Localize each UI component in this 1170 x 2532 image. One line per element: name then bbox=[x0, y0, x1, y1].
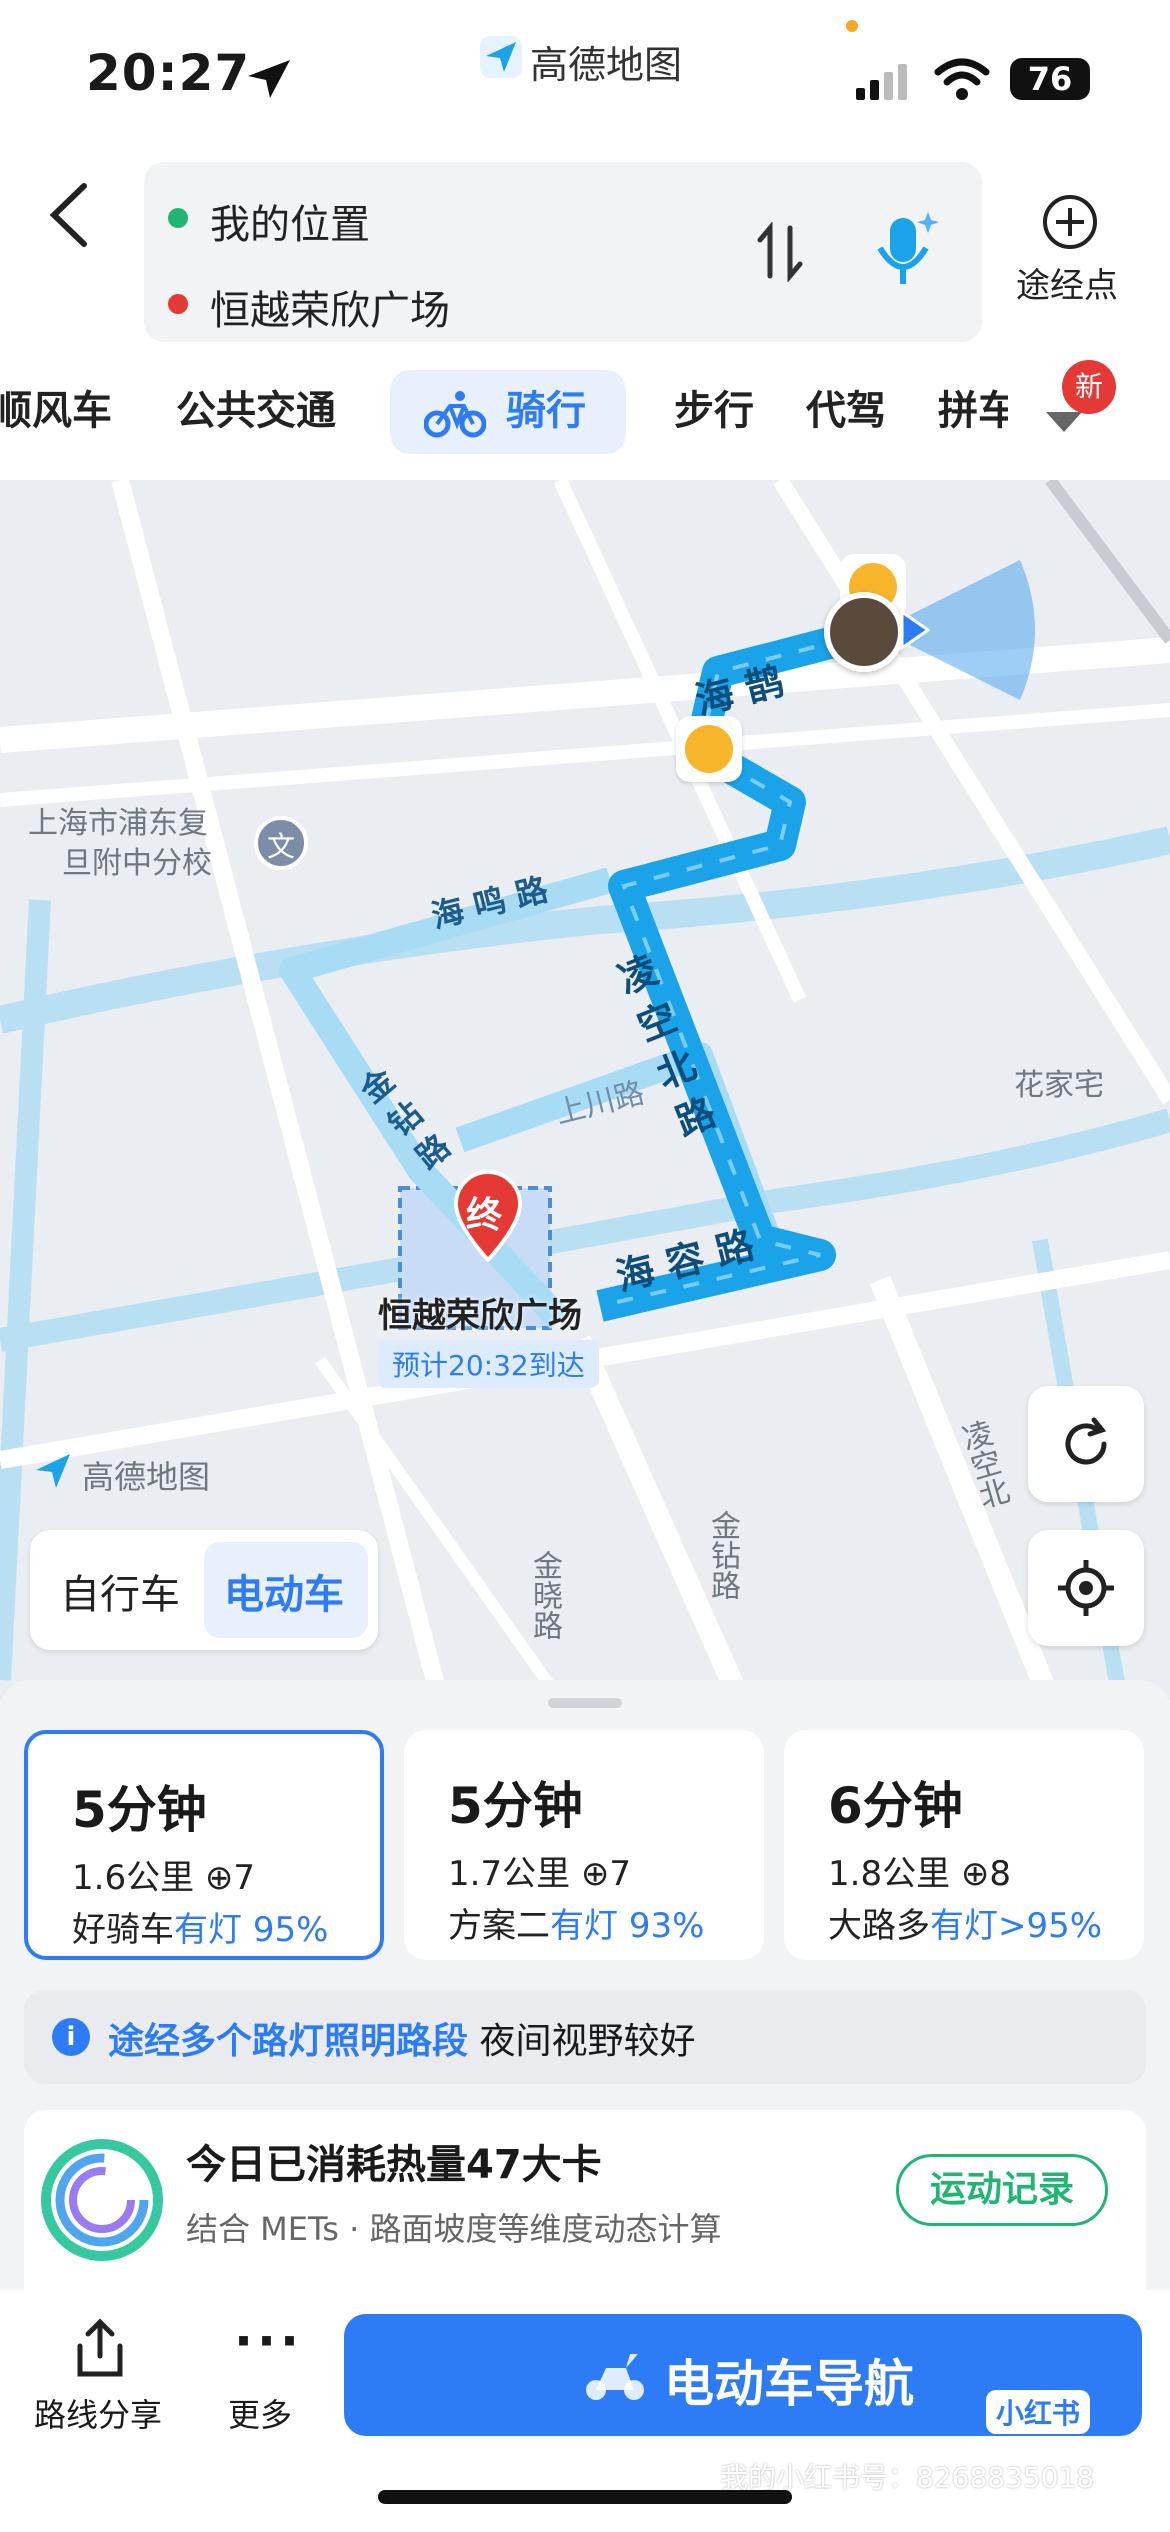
route-tag: 大路多有灯>95% bbox=[828, 1906, 1103, 1946]
tab-ride-hailing[interactable]: 顺风车 bbox=[0, 378, 112, 436]
share-route-label[interactable]: 路线分享 bbox=[34, 2390, 162, 2436]
calorie-ring-icon bbox=[41, 2139, 163, 2261]
route-distance: 1.8公里 ⊕8 bbox=[828, 1854, 1012, 1894]
rail-line bbox=[1045, 480, 1170, 644]
road-label-jinzuan-2: 金钻路 bbox=[705, 1510, 740, 1600]
calorie-card: 今日已消耗热量47大卡 结合 METs · 路面坡度等维度动态计算 运动记录 bbox=[24, 2110, 1146, 2310]
route-option-2[interactable]: 5分钟 1.7公里 ⊕7 方案二有灯 93% bbox=[404, 1730, 764, 1960]
origin-dot-icon bbox=[168, 208, 188, 228]
route-option-3[interactable]: 6分钟 1.8公里 ⊕8 大路多有灯>95% bbox=[784, 1730, 1144, 1960]
transport-tabs: 顺风车 公共交通 骑行 步行 代驾 拼车 新 bbox=[0, 360, 1170, 470]
more-label[interactable]: 更多 bbox=[228, 2390, 292, 2436]
location-arrow-icon bbox=[248, 60, 290, 98]
traffic-light-icon: ⊕ bbox=[580, 1854, 610, 1894]
school-poi-icon[interactable]: 文 bbox=[254, 816, 308, 870]
road-6 bbox=[869, 1275, 1061, 1700]
scooter-icon bbox=[586, 2354, 644, 2400]
voice-microphone-icon[interactable] bbox=[870, 208, 940, 298]
ebike-navigation-button[interactable]: 电动车导航 小红书 bbox=[344, 2314, 1142, 2436]
route-distance: 1.7公里 ⊕7 bbox=[448, 1854, 632, 1894]
destination-name-label: 恒越荣欣广场 bbox=[378, 1296, 582, 1336]
route-time: 5分钟 bbox=[72, 1781, 207, 1839]
add-waypoint-icon[interactable] bbox=[1040, 192, 1100, 252]
calorie-subtitle: 结合 METs · 路面坡度等维度动态计算 bbox=[186, 2210, 722, 2248]
exercise-record-button[interactable]: 运动记录 bbox=[896, 2154, 1108, 2226]
map-view[interactable]: 上海市浦东复 旦附中分校 文 海 鸣 路 凌 空 北 路 上川路 金 钻 路 海… bbox=[0, 480, 1170, 1700]
status-time: 20:27 bbox=[86, 44, 251, 102]
crosshair-icon bbox=[1058, 1560, 1114, 1616]
coin-marker[interactable] bbox=[676, 716, 742, 782]
route-time: 6分钟 bbox=[828, 1777, 963, 1835]
info-icon: i bbox=[52, 2018, 90, 2056]
route-option-1[interactable]: 5分钟 1.6公里 ⊕7 好骑车有灯 95% bbox=[24, 1730, 384, 1960]
route-time: 5分钟 bbox=[448, 1777, 583, 1835]
cellular-signal-icon bbox=[856, 64, 907, 100]
heading-arrow-icon bbox=[900, 610, 930, 650]
route-input-box: 我的位置 恒越荣欣广场 bbox=[144, 162, 982, 342]
route-sheet: 5分钟 1.6公里 ⊕7 好骑车有灯 95% 5分钟 1.7公里 ⊕7 方案二有… bbox=[0, 1680, 1170, 2340]
status-bar: 20:27 高德地图 76 bbox=[0, 0, 1170, 150]
tab-carpool[interactable]: 拼车 bbox=[938, 378, 1008, 436]
battery-indicator: 76 bbox=[1010, 58, 1090, 100]
gold-coin-icon bbox=[685, 725, 733, 773]
vehicle-mode-toggle: 自行车 电动车 bbox=[30, 1530, 378, 1650]
calorie-title: 今日已消耗热量47大卡 bbox=[186, 2142, 602, 2188]
more-icon[interactable]: ··· bbox=[234, 2312, 303, 2370]
traffic-light-icon: ⊕ bbox=[960, 1854, 990, 1894]
refresh-route-button[interactable] bbox=[1028, 1386, 1144, 1502]
wifi-icon bbox=[934, 58, 990, 100]
lighting-info-bar: i 途经多个路灯照明路段 夜间视野较好 bbox=[24, 1990, 1146, 2084]
lighting-info-text: 途经多个路灯照明路段 夜间视野较好 bbox=[108, 2021, 696, 2062]
mode-bicycle-option[interactable]: 自行车 bbox=[60, 1562, 180, 1620]
tab-cycling[interactable]: 骑行 bbox=[506, 378, 586, 436]
refresh-icon bbox=[1065, 1417, 1107, 1465]
user-avatar[interactable] bbox=[824, 592, 904, 672]
poi-school-label-1: 上海市浦东复 bbox=[28, 806, 208, 841]
back-arrow-icon[interactable] bbox=[44, 180, 94, 250]
screen: 20:27 高德地图 76 我的位置 恒越荣欣广场 途经点 顺风车 公共交通 骑… bbox=[0, 0, 1170, 2532]
tab-chauffeur[interactable]: 代驾 bbox=[806, 378, 886, 436]
home-indicator[interactable] bbox=[378, 2490, 792, 2504]
river-south bbox=[0, 1108, 1170, 1352]
destination-pin-label: 终 bbox=[466, 1195, 503, 1236]
locate-me-button[interactable] bbox=[1028, 1530, 1144, 1646]
orange-dot-indicator bbox=[846, 20, 858, 32]
bicycle-icon bbox=[424, 391, 486, 438]
road-5 bbox=[773, 480, 1170, 1105]
tab-walking[interactable]: 步行 bbox=[674, 378, 754, 436]
amap-logo-icon bbox=[480, 36, 522, 78]
destination-dot-icon bbox=[168, 294, 188, 314]
destination-field[interactable]: 恒越荣欣广场 bbox=[210, 278, 450, 336]
amap-watermark-logo-icon bbox=[36, 1454, 70, 1488]
poi-school-label-2: 旦附中分校 bbox=[62, 846, 212, 881]
waypoint-label[interactable]: 途经点 bbox=[1016, 258, 1118, 307]
road-label-jinxiao: 金晓路 bbox=[527, 1550, 562, 1640]
sheet-drag-handle[interactable] bbox=[548, 1698, 622, 1708]
route-tag: 方案二有灯 93% bbox=[448, 1906, 705, 1946]
route-header: 我的位置 恒越荣欣广场 途经点 顺风车 公共交通 骑行 步行 代驾 拼车 新 bbox=[0, 150, 1170, 480]
navigation-label: 电动车导航 bbox=[664, 2355, 914, 2413]
poi-huajiazhai-label: 花家宅 bbox=[1014, 1068, 1104, 1103]
new-badge: 新 bbox=[1062, 360, 1116, 414]
share-icon[interactable] bbox=[72, 2318, 128, 2380]
route-tag: 好骑车有灯 95% bbox=[72, 1910, 329, 1950]
watermark-badge: 小红书 bbox=[986, 2390, 1091, 2434]
eta-label: 预计20:32到达 bbox=[378, 1340, 599, 1388]
origin-field[interactable]: 我的位置 bbox=[210, 192, 370, 250]
route-distance: 1.6公里 ⊕7 bbox=[72, 1858, 256, 1898]
map-watermark-text: 高德地图 bbox=[82, 1458, 211, 1496]
traffic-light-icon: ⊕ bbox=[204, 1858, 234, 1898]
swap-icon[interactable] bbox=[756, 222, 806, 282]
app-title: 高德地图 bbox=[530, 43, 683, 87]
mode-ebike-option[interactable]: 电动车 bbox=[224, 1562, 344, 1620]
tab-public-transit[interactable]: 公共交通 bbox=[176, 378, 336, 436]
more-tabs-dropdown-icon[interactable] bbox=[1044, 410, 1084, 436]
